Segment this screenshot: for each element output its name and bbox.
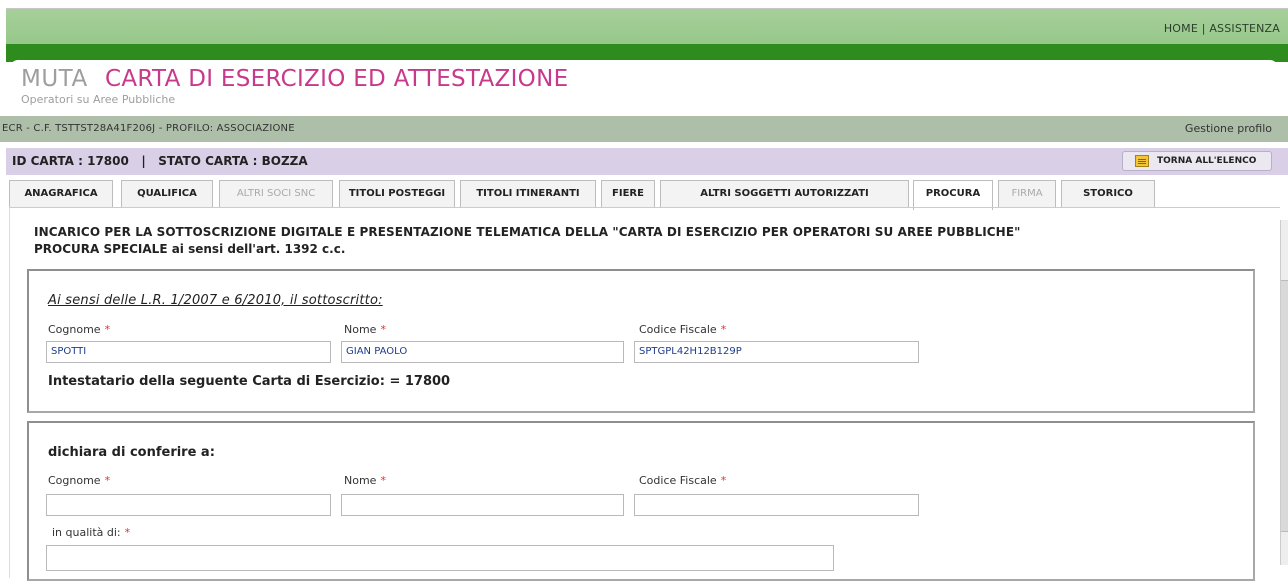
back-to-list-label: TORNA ALL'ELENCO [1157, 156, 1257, 166]
required-star-icon: * [380, 474, 386, 487]
tab-altri-soci-snc: ALTRI SOCI SNC [219, 180, 333, 208]
tab-titoli-posteggi[interactable]: TITOLI POSTEGGI [339, 180, 455, 208]
profile-info: ECR - C.F. TSTTST28A41F206J - PROFILO: A… [2, 123, 295, 134]
card-id-status: ID CARTA : 17800 | STATO CARTA : BOZZA [12, 154, 308, 168]
qualita-label-text: in qualità di: [52, 526, 121, 539]
delegato-nome-label: Nome * [344, 474, 386, 487]
gestione-profilo-link[interactable]: Gestione profilo [1185, 122, 1272, 135]
required-star-icon: * [124, 526, 131, 539]
tab-storico[interactable]: STORICO [1061, 180, 1155, 208]
nome-label: Nome * [344, 323, 386, 336]
delegato-nome-label-text: Nome [344, 474, 377, 487]
back-to-list-button[interactable]: TORNA ALL'ELENCO [1122, 151, 1272, 171]
codice-fiscale-field[interactable]: SPTGPL42H12B129P [634, 341, 919, 363]
tab-bar: ANAGRAFICA QUALIFICA ALTRI SOCI SNC TITO… [9, 180, 1279, 210]
top-links-separator: | [1201, 22, 1206, 35]
required-star-icon: * [720, 323, 727, 336]
required-star-icon: * [104, 323, 111, 336]
delegato-cognome-label-text: Cognome [48, 474, 101, 487]
delegato-codice-fiscale-label-text: Codice Fiscale [639, 474, 717, 487]
qualita-label: in qualità di: * [52, 526, 130, 539]
title-panel: MUTA CARTA DI ESERCIZIO ED ATTESTAZIONE … [10, 60, 1278, 112]
tab-procura[interactable]: PROCURA [913, 180, 993, 210]
profile-bar: ECR - C.F. TSTTST28A41F206J - PROFILO: A… [0, 116, 1288, 142]
delegato-codice-fiscale-field[interactable] [634, 494, 919, 516]
intestatario-text: Intestatario della seguente Carta di Ese… [48, 374, 451, 389]
nome-label-text: Nome [344, 323, 377, 336]
required-star-icon: * [380, 323, 386, 336]
top-bar: HOME | ASSISTENZA [6, 8, 1288, 45]
tab-titoli-itineranti[interactable]: TITOLI ITINERANTI [460, 180, 596, 208]
assistenza-link[interactable]: ASSISTENZA [1209, 22, 1280, 35]
home-link[interactable]: HOME [1164, 22, 1198, 35]
nome-field[interactable]: GIAN PAOLO [341, 341, 624, 363]
tab-altri-soggetti-autorizzati[interactable]: ALTRI SOGGETTI AUTORIZZATI [660, 180, 909, 208]
tab-anagrafica[interactable]: ANAGRAFICA [9, 180, 113, 208]
delegato-cognome-field[interactable] [46, 494, 331, 516]
tab-qualifica[interactable]: QUALIFICA [121, 180, 213, 208]
tab-fiere[interactable]: FIERE [601, 180, 655, 208]
delegato-cognome-label: Cognome * [48, 474, 110, 487]
codice-fiscale-label: Codice Fiscale * [639, 323, 726, 336]
required-star-icon: * [104, 474, 111, 487]
tab-firma: FIRMA [998, 180, 1056, 208]
delegato-nome-field[interactable] [341, 494, 624, 516]
codice-fiscale-label-text: Codice Fiscale [639, 323, 717, 336]
page-title: CARTA DI ESERCIZIO ED ATTESTAZIONE [105, 66, 569, 92]
top-links: HOME | ASSISTENZA [1164, 22, 1280, 35]
dichiara-heading: dichiara di conferire a: [48, 445, 215, 460]
scrollbar-thumb[interactable] [1281, 280, 1288, 532]
procura-heading: INCARICO PER LA SOTTOSCRIZIONE DIGITALE … [34, 225, 1021, 239]
cognome-label-text: Cognome [48, 323, 101, 336]
delegato-codice-fiscale-label: Codice Fiscale * [639, 474, 726, 487]
vertical-scrollbar[interactable] [1280, 220, 1288, 565]
legal-reference: Ai sensi delle L.R. 1/2007 e 6/2010, il … [48, 293, 383, 308]
title-prefix: MUTA [21, 66, 88, 92]
cognome-field[interactable]: SPOTTI [46, 341, 331, 363]
procura-subheading: PROCURA SPECIALE ai sensi dell'art. 1392… [34, 242, 346, 256]
cognome-label: Cognome * [48, 323, 110, 336]
page-subtitle: Operatori su Aree Pubbliche [21, 93, 176, 106]
qualita-field[interactable] [46, 545, 834, 571]
required-star-icon: * [720, 474, 727, 487]
list-icon [1135, 155, 1149, 167]
card-status-bar: ID CARTA : 17800 | STATO CARTA : BOZZA T… [6, 148, 1288, 175]
